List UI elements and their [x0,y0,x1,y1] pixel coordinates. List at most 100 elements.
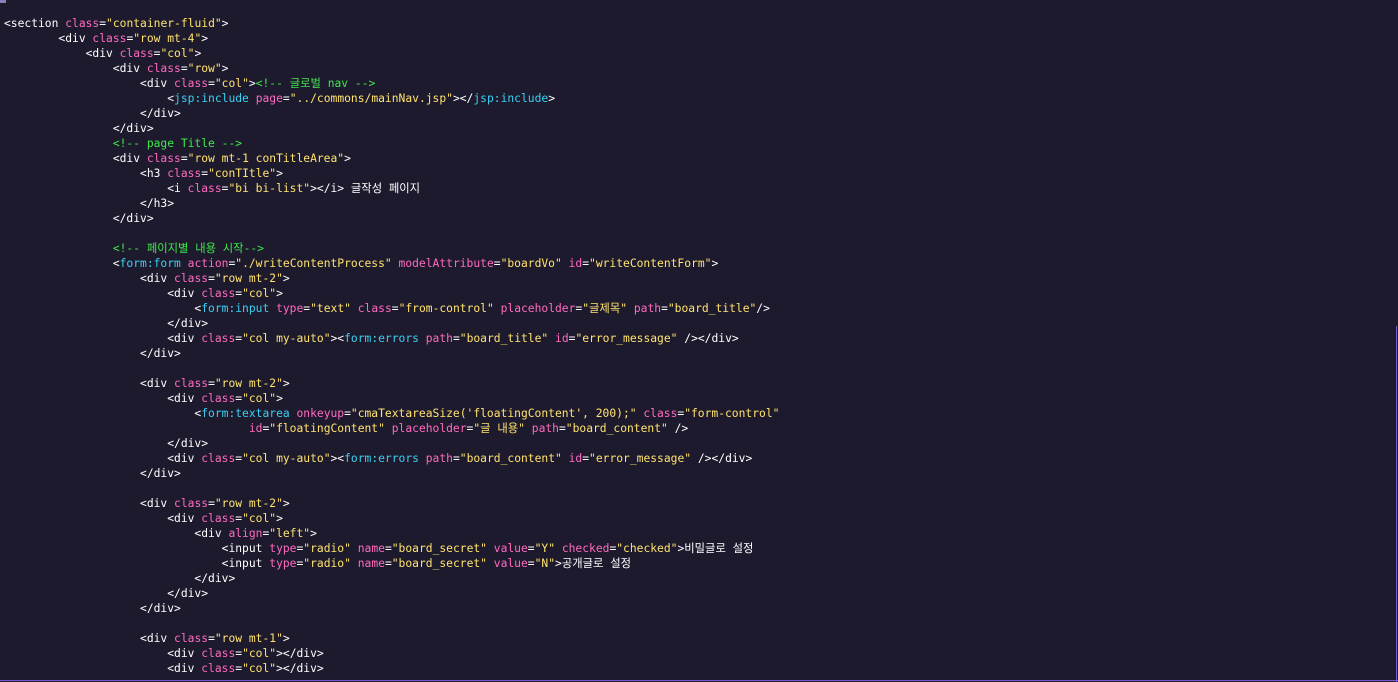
code-line[interactable]: id="floatingContent" placeholder="글 내용" … [4,421,779,436]
code-line[interactable]: </div> [4,316,779,331]
code-line[interactable] [4,361,779,376]
code-line[interactable]: </div> [4,601,779,616]
string-literal: "board_title" [459,332,549,345]
code-line[interactable]: </div> [4,571,779,586]
code-line[interactable]: <div class="row mt-2"> [4,376,779,391]
string-literal: "board_title" [667,302,757,315]
code-line[interactable]: <form:form action = "./writeContentProcess… [4,256,779,271]
string-literal: "left" [269,527,311,540]
code-line[interactable]: <div class="row mt-4"> [4,31,779,46]
code-line[interactable]: </div> [4,121,779,136]
attribute-name: class [65,17,100,30]
code-line[interactable]: </div> [4,436,779,451]
code-line[interactable]: <input type="radio" name="board_secret" … [4,556,779,571]
code-line[interactable]: <div class="col"> [4,286,779,301]
code-text: > [276,167,283,180]
code-line[interactable]: <div class="col"><!-- 글로벌 nav --> [4,76,779,91]
code-text: = [452,332,460,345]
code-line[interactable]: <!-- page Title --> [4,136,779,151]
code-line[interactable]: <jsp:include page="../commons/mainNav.js… [4,91,779,106]
namespace-tag: form:input [201,302,270,315]
code-text: /> [667,422,689,435]
code-line[interactable]: <div class="col"></div> [4,646,779,661]
code-line[interactable]: <form:input type="text" class="from-cont… [4,301,779,316]
code-line[interactable]: </h3> [4,196,779,211]
attribute-name: path [633,302,662,315]
string-literal: "col" [242,392,277,405]
code-line[interactable]: <div class="row"> [4,61,779,76]
code-text: >< [330,332,345,345]
code-line[interactable]: <input type="radio" name="board_secret" … [4,541,779,556]
string-literal: "row mt-1" [214,632,283,645]
code-line[interactable]: </div> [4,346,779,361]
string-literal: "bi bi-list" [228,182,311,195]
attribute-name: class [201,287,236,300]
code-editor[interactable]: <section class="container-fluid"> <div c… [0,0,1398,682]
code-text: > [276,512,283,525]
string-literal: "글제목" [582,302,628,315]
code-line[interactable]: <div class="row mt-1"> [4,631,779,646]
code-line[interactable]: <h3 class="conTItle"> [4,166,779,181]
code-text: = [282,92,290,105]
string-literal: "checked" [616,542,678,555]
code-text: = [527,557,535,570]
code-line[interactable]: </div> [4,106,779,121]
code-text: > [248,77,256,90]
code-text: </div> [4,572,236,585]
code-line[interactable]: </div> [4,466,779,481]
attribute-name: name [357,542,385,555]
code-text: <div [4,647,202,660]
attribute-name: page [255,92,283,105]
code-line[interactable]: <section class="container-fluid"> [4,16,779,31]
code-text: = [208,497,215,510]
code-text: ></ [452,92,474,105]
code-line[interactable]: <i class="bi bi-list"></i> 글작성 페이지 [4,181,779,196]
string-literal: "board_content" [565,422,668,435]
code-line[interactable]: <form:textarea onkeyup="cmaTextareaSize(… [4,406,779,421]
code-text: > [276,392,283,405]
code-text: <div [4,497,175,510]
code-line[interactable]: <!-- 페이지별 내용 시작--> [4,241,779,256]
code-line[interactable]: <div class="col"></div> [4,661,779,676]
code-line[interactable]: <div class="row mt-1 conTitleArea"> [4,151,779,166]
attribute-name: class [146,152,181,165]
code-line[interactable]: <div class="col"> [4,511,779,526]
attribute-name: class [201,512,236,525]
code-line[interactable]: <div class="col"> [4,391,779,406]
code-line[interactable] [4,481,779,496]
code-text: <div [4,32,93,45]
code-text: > [282,377,290,390]
string-literal: "row mt-2" [214,377,283,390]
code-line[interactable]: <div class="row mt-2"> [4,496,779,511]
string-literal: "radio" [303,542,351,555]
attribute-name: class [167,167,202,180]
code-line[interactable] [4,226,779,241]
code-line[interactable]: <div class="col"> [4,46,779,61]
code-line[interactable]: </div> [4,586,779,601]
code-text: > [282,497,290,510]
code-line[interactable] [4,616,779,631]
code-text: > [221,62,229,75]
code-text: /></div> [677,332,739,345]
code-line[interactable]: <div class = "col my-auto"><form:errors pa… [4,331,779,346]
code-text: <h3 [4,167,168,180]
code-text: /> [756,302,770,315]
code-line[interactable]: </div> [4,211,779,226]
code-text: = [582,257,590,270]
code-area[interactable]: <section class="container-fluid"> <div c… [4,16,779,676]
code-text: /></div> [691,452,753,465]
string-literal: "text" [310,302,351,315]
code-line[interactable]: <div align="left"> [4,526,779,541]
attribute-name: class [146,62,181,75]
code-line[interactable]: <div class = "col my-auto"><form:errors pa… [4,451,779,466]
string-literal: "./writeContentProcess" [235,257,392,270]
namespace-tag: form:textarea [201,407,290,420]
attribute-name: path [425,452,453,465]
code-line[interactable]: <div class="row mt-2"> [4,271,779,286]
